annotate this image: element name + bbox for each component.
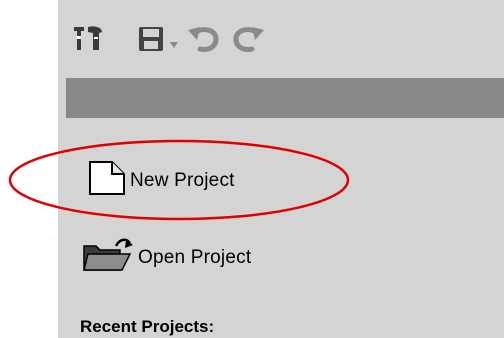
new-project-button[interactable]: New Project: [80, 160, 235, 201]
new-document-icon: [80, 160, 130, 201]
open-folder-icon: [80, 236, 138, 279]
new-project-label: New Project: [130, 169, 235, 191]
toolbar: [58, 0, 504, 78]
header-bar: [66, 78, 504, 118]
dropdown-arrow-icon[interactable]: [169, 36, 179, 54]
recent-projects-heading: Recent Projects:: [80, 317, 215, 336]
tools-icon[interactable]: [72, 24, 106, 59]
open-project-button[interactable]: Open Project: [80, 236, 251, 279]
undo-icon[interactable]: [186, 24, 220, 59]
open-project-label: Open Project: [138, 246, 252, 268]
save-icon[interactable]: [138, 26, 164, 57]
redo-icon[interactable]: [232, 24, 266, 59]
